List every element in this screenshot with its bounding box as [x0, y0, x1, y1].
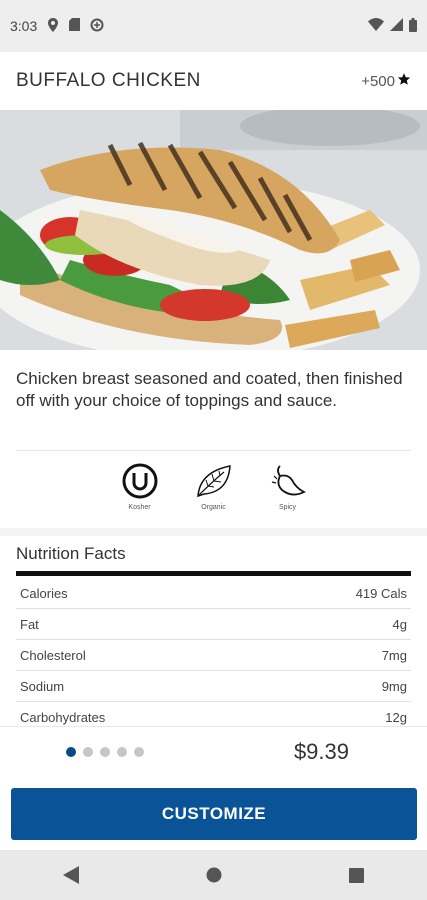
nutrient-value: 9mg [381, 678, 407, 694]
nutrition-row: Cholesterol 7mg [16, 640, 411, 671]
system-nav-bar [0, 850, 427, 900]
sync-icon [90, 18, 104, 35]
diet-label: Spicy [278, 504, 297, 511]
divider [16, 450, 411, 451]
nutrient-value: 419 Cals [355, 585, 407, 601]
sim-card-icon [69, 18, 81, 34]
kosher-icon [121, 462, 159, 500]
home-icon[interactable] [206, 867, 222, 883]
product-header: BUFFALO CHICKEN +500 [0, 52, 427, 110]
page-dot[interactable] [134, 747, 144, 757]
nutrient-name: Cholesterol [20, 647, 86, 663]
nutrient-name: Fat [20, 616, 39, 632]
page-indicator[interactable] [66, 747, 144, 757]
section-divider [0, 528, 427, 536]
page-dot[interactable] [100, 747, 110, 757]
page-dot[interactable] [117, 747, 127, 757]
page-dot-active[interactable] [66, 747, 76, 757]
nutrient-name: Sodium [20, 678, 65, 694]
status-time: 3:03 [10, 18, 38, 34]
diet-item-spicy: Spicy [268, 462, 308, 522]
sandwich-photo [0, 110, 427, 350]
customize-button[interactable]: CUSTOMIZE [11, 788, 417, 840]
nutrient-value: 4g [392, 616, 407, 632]
diet-label: Organic [201, 504, 226, 511]
reward-points: +500 [361, 72, 411, 90]
status-bar: 3:03 [0, 0, 427, 52]
spicy-pepper-icon [268, 462, 308, 500]
organic-leaf-icon [194, 462, 234, 500]
nutrient-name: Carbohydrates [20, 709, 106, 725]
footer-row: $9.39 [0, 726, 427, 779]
price: $9.39 [293, 739, 349, 764]
cell-signal-icon [390, 18, 403, 34]
recents-icon[interactable] [348, 867, 364, 883]
nutrient-value: 12g [385, 709, 407, 725]
diet-item-kosher: Kosher [120, 462, 160, 522]
page-dot[interactable] [83, 747, 93, 757]
nutrition-row: Calories 419 Cals [16, 578, 411, 609]
star-icon [397, 72, 411, 90]
product-image [0, 110, 427, 350]
product-title: BUFFALO CHICKEN [16, 70, 201, 91]
product-description: Chicken breast seasoned and coated, then… [16, 369, 403, 410]
nutrition-row: Sodium 9mg [16, 671, 411, 702]
nutrition-title: Nutrition Facts [16, 544, 126, 563]
nutrient-name: Calories [20, 585, 68, 601]
nutrient-value: 7mg [381, 647, 407, 663]
wifi-icon [368, 18, 384, 34]
location-icon [47, 17, 59, 35]
points-value: +500 [361, 72, 395, 90]
nutrition-table: Calories 419 Cals Fat 4g Cholesterol 7mg… [16, 578, 411, 733]
battery-icon [409, 17, 417, 35]
nutrition-row: Fat 4g [16, 609, 411, 640]
diet-item-organic: Organic [194, 462, 234, 522]
nutrition-rule [16, 571, 411, 576]
back-icon[interactable] [63, 866, 80, 884]
diet-label: Kosher [128, 504, 151, 511]
diet-icons: Kosher Organic Spicy [0, 462, 427, 522]
